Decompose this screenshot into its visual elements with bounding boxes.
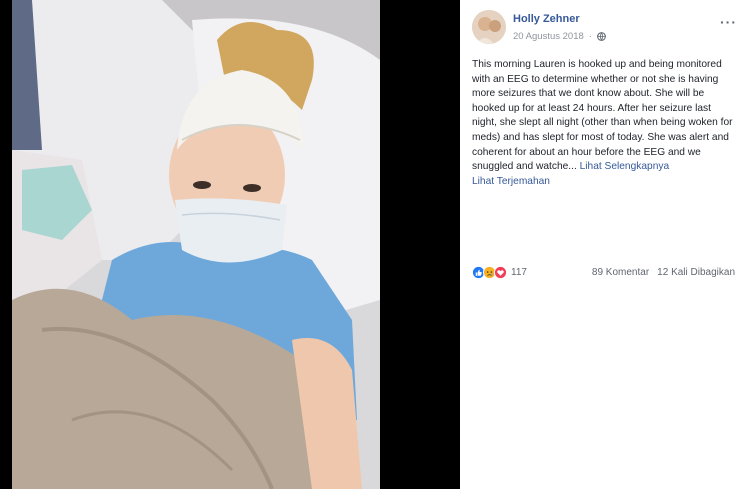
author-name[interactable]: Holly Zehner (513, 13, 580, 25)
shares-count[interactable]: 12 Kali Dibagikan (657, 267, 735, 278)
engagement-counts: 89 Komentar 12 Kali Dibagikan (592, 267, 735, 278)
globe-icon (597, 32, 606, 41)
post-text: This morning Lauren is hooked up and bei… (472, 59, 733, 173)
see-more-link[interactable]: Lihat Selengkapnya (580, 161, 670, 172)
photo-viewer (0, 0, 460, 489)
meta-separator: · (588, 31, 592, 42)
more-options-button[interactable]: ··· (720, 14, 737, 30)
reaction-count[interactable]: 117 (511, 267, 527, 278)
reactions-summary[interactable]: 117 (472, 266, 527, 279)
post-body: This morning Lauren is hooked up and bei… (472, 58, 737, 189)
love-icon (494, 266, 507, 279)
post-photo[interactable] (12, 0, 380, 489)
see-translation-link[interactable]: Lihat Terjemahan (472, 175, 737, 190)
post-meta: 20 Agustus 2018 · (513, 31, 606, 42)
post-date[interactable]: 20 Agustus 2018 (513, 31, 584, 42)
post-details-panel: Holly Zehner 20 Agustus 2018 · ··· This … (460, 0, 745, 489)
post-header: Holly Zehner 20 Agustus 2018 · ··· (472, 10, 737, 46)
post-stats: 117 89 Komentar 12 Kali Dibagikan (472, 264, 735, 282)
avatar[interactable] (472, 10, 506, 44)
comments-count[interactable]: 89 Komentar (592, 267, 649, 278)
